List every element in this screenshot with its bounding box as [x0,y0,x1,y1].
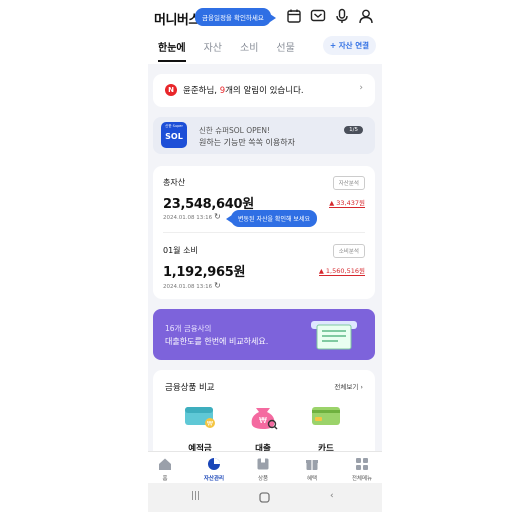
credit-card-icon [312,407,340,425]
asset-summary-card: 총자산 자산분석 23,548,640원 ▲ 33,437원 2024.01.0… [153,166,375,299]
total-asset-timestamp: 2024.01.08 13:16 ↻ [163,212,221,221]
home-button-icon[interactable] [259,492,270,503]
divider [163,232,365,233]
nav-all-menu[interactable]: 전체메뉴 [342,456,382,482]
tab-spending[interactable]: 소비 [240,39,258,62]
app-title: 머니버스 [154,13,200,28]
recent-apps-icon[interactable]: ||| [191,491,200,501]
banner-title: 신한 슈퍼SOL OPEN! [199,126,270,135]
product-loan[interactable]: ₩ 대출 [238,402,288,454]
sol-logo: 신한 Super SOL [161,122,187,148]
svg-text:₩: ₩ [207,421,213,428]
spend-analysis-button[interactable]: 소비분석 [332,244,365,258]
notification-card[interactable]: N 윤준하님, 9개의 알림이 있습니다. › [153,74,375,107]
nav-products[interactable]: 상품 [243,456,283,482]
nav-label: 혜택 [306,476,318,482]
banner-pager: 1/5 [344,126,363,134]
chevron-right-icon: › [359,83,363,93]
microphone-icon[interactable] [334,8,350,24]
nav-label: 홈 [162,476,168,482]
profile-icon[interactable] [358,8,374,24]
nav-label: 자산관리 [203,476,225,482]
grid-menu-icon [356,458,368,470]
back-icon[interactable]: ‹ [330,491,334,501]
total-asset-delta: ▲ 33,437원 [329,199,365,208]
banner-subtitle: 원하는 기능만 쏙쏙 이용하자 [199,138,295,147]
schedule-tooltip[interactable]: 금융일정을 확인하세요 [195,8,276,26]
view-all-link[interactable]: 전체보기 › [334,381,363,391]
loan-document-icon [311,321,357,350]
app-header: 머니버스 금융일정을 확인하세요 한눈에 자산 소비 선물 + 자산 연결 [148,0,382,64]
promo-banner[interactable]: 신한 Super SOL 신한 슈퍼SOL OPEN! 원하는 기능만 쏙쏙 이용… [153,117,375,154]
pie-chart-icon [208,458,220,470]
svg-text:₩: ₩ [259,416,267,425]
money-bag-icon: ₩ [251,408,278,430]
monthly-spend-delta: ▲ 1,560,516원 [318,267,365,276]
refresh-icon[interactable]: ↻ [214,212,221,221]
loan-banner-line2: 대출한도를 한번에 비교하세요. [165,337,269,346]
message-icon[interactable] [310,8,326,24]
product-deposit[interactable]: ₩ 예적금 [175,402,225,454]
monthly-spend-timestamp: 2024.01.08 13:16 ↻ [163,281,221,290]
product-card[interactable]: 카드 [301,402,351,454]
nav-benefits[interactable]: 혜택 [292,456,332,482]
bottom-navigation: 홈 자산관리 상품 혜택 전체메뉴 [148,451,382,483]
nav-home[interactable]: 홈 [148,456,185,482]
loan-compare-banner[interactable]: 16개 금융사의 대출한도를 한번에 비교하세요. [153,309,375,360]
app-screen: 머니버스 금융일정을 확인하세요 한눈에 자산 소비 선물 + 자산 연결 N … [148,0,382,512]
product-box-icon [257,458,269,470]
refresh-icon[interactable]: ↻ [214,281,221,290]
asset-change-tooltip[interactable]: 변동된 자산을 확인해 보세요 [226,210,317,227]
gift-icon [306,460,318,470]
tab-overview[interactable]: 한눈에 [158,39,186,62]
connect-asset-button[interactable]: + 자산 연결 [322,36,376,55]
main-tabs: 한눈에 자산 소비 선물 [158,39,313,62]
tab-assets[interactable]: 자산 [204,39,222,62]
home-icon [159,458,171,470]
notification-text: 윤준하님, 9개의 알림이 있습니다. [183,86,304,96]
product-compare-title: 금융상품 비교 [165,383,215,393]
nav-label: 상품 [257,476,269,482]
calendar-icon[interactable] [286,8,302,24]
monthly-spend-amount: 1,192,965원 [163,265,246,280]
wallet-icon: ₩ [185,407,215,428]
notification-badge-icon: N [165,84,177,96]
monthly-spend-label: 01월 소비 [163,246,198,255]
asset-analysis-button[interactable]: 자산분석 [332,176,365,190]
total-asset-label: 총자산 [163,178,186,187]
tab-gift[interactable]: 선물 [276,39,294,62]
nav-asset-management[interactable]: 자산관리 [194,456,234,482]
loan-banner-line1: 16개 금융사의 [165,324,212,333]
system-navigation-bar: ||| ‹ [148,483,382,512]
nav-label: 전체메뉴 [351,476,373,482]
